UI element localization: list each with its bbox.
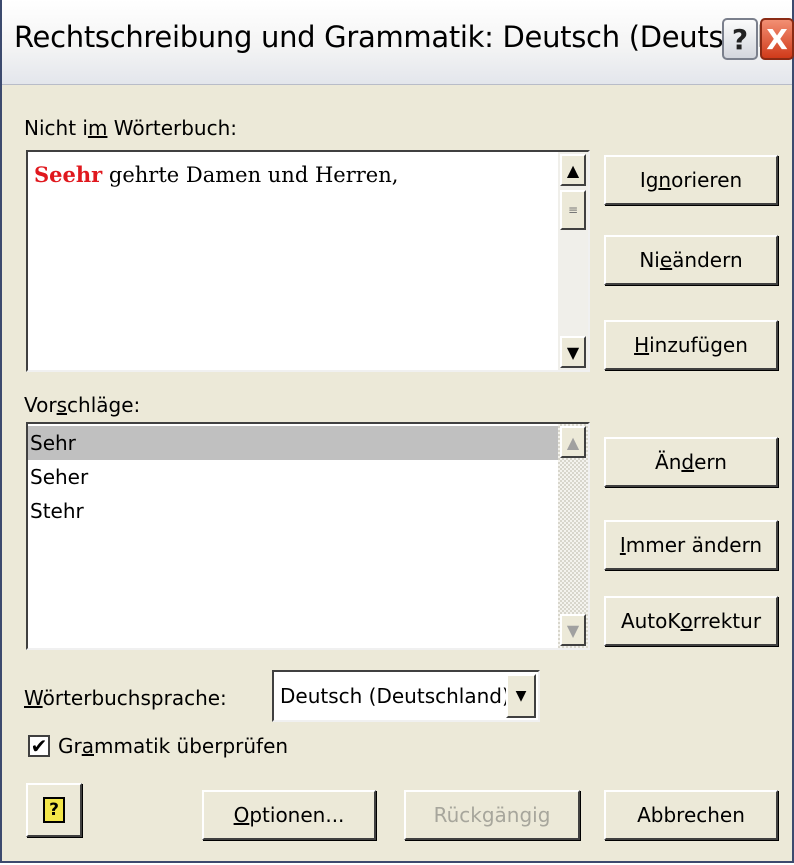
spelling-grammar-dialog: Rechtschreibung und Grammatik: Deutsch (… bbox=[0, 0, 794, 863]
cancel-button[interactable]: Abbrechen bbox=[604, 790, 778, 840]
office-assistant-button[interactable]: ? bbox=[26, 783, 82, 837]
check-grammar-label[interactable]: Grammatik überprüfen bbox=[58, 734, 288, 758]
chevron-down-icon: ▼ bbox=[515, 688, 527, 704]
help-icon: ? bbox=[43, 797, 65, 823]
sentence-scrollbar[interactable]: ▲ ≡ ▼ bbox=[558, 152, 588, 370]
change-all-button[interactable]: Immer ändern bbox=[604, 520, 778, 570]
dictionary-language-select[interactable]: Deutsch (Deutschland) ▼ bbox=[272, 670, 540, 722]
window-title: Rechtschreibung und Grammatik: Deutsch (… bbox=[14, 20, 794, 54]
suggestions-list[interactable]: Sehr Seher Stehr ▲ ▼ bbox=[26, 422, 590, 650]
dictionary-language-value: Deutsch (Deutschland) bbox=[280, 684, 510, 708]
suggestions-label: Vorschläge: bbox=[24, 393, 141, 417]
dropdown-button[interactable]: ▼ bbox=[506, 674, 536, 718]
never-change-button[interactable]: Ni e ändern bbox=[604, 235, 778, 285]
scroll-thumb[interactable]: ≡ bbox=[560, 190, 586, 230]
options-button[interactable]: Optionen... bbox=[202, 790, 376, 840]
suggestion-item[interactable]: Sehr bbox=[28, 426, 564, 460]
undo-button: Rückgängig bbox=[404, 790, 580, 840]
autocorrect-button[interactable]: AutoK o rrektur bbox=[604, 596, 778, 646]
close-button[interactable]: X bbox=[760, 18, 794, 60]
sentence-textbox[interactable]: Seehr gehrte Damen und Herren, ▲ ≡ ▼ bbox=[26, 150, 590, 372]
question-icon: ? bbox=[731, 22, 749, 56]
dictionary-language-label: Wörterbuchsprache: bbox=[24, 686, 227, 710]
check-grammar-checkbox[interactable]: ✔ bbox=[28, 735, 50, 757]
scroll-down-button[interactable]: ▼ bbox=[560, 336, 586, 368]
close-icon: X bbox=[766, 22, 788, 56]
checkmark-icon: ✔ bbox=[30, 734, 48, 758]
sentence-rest: gehrte Damen und Herren, bbox=[102, 163, 399, 187]
not-in-dictionary-label: Nicht im Wörterbuch: bbox=[24, 116, 238, 140]
sentence-text: Seehr gehrte Damen und Herren, bbox=[34, 162, 398, 187]
down-arrow-icon: ▼ bbox=[566, 342, 580, 362]
scroll-up-button[interactable]: ▲ bbox=[560, 426, 586, 458]
scroll-down-button[interactable]: ▼ bbox=[560, 614, 586, 646]
error-word: Seehr bbox=[34, 162, 103, 187]
scroll-up-button[interactable]: ▲ bbox=[560, 154, 586, 186]
up-arrow-icon: ▲ bbox=[566, 160, 580, 180]
help-title-button[interactable]: ? bbox=[722, 18, 758, 60]
down-arrow-icon: ▼ bbox=[566, 620, 580, 640]
add-to-dictionary-button[interactable]: Hinzufügen bbox=[604, 320, 778, 370]
ignore-button[interactable]: Ig n orieren bbox=[604, 155, 778, 205]
change-button[interactable]: Än d ern bbox=[604, 437, 778, 487]
up-arrow-icon: ▲ bbox=[566, 432, 580, 452]
title-bar[interactable]: Rechtschreibung und Grammatik: Deutsch (… bbox=[2, 0, 794, 85]
suggestion-item[interactable]: Stehr bbox=[28, 494, 564, 528]
suggestions-scrollbar[interactable]: ▲ ▼ bbox=[558, 424, 588, 648]
grip-icon: ≡ bbox=[567, 203, 579, 217]
suggestion-item[interactable]: Seher bbox=[28, 460, 564, 494]
